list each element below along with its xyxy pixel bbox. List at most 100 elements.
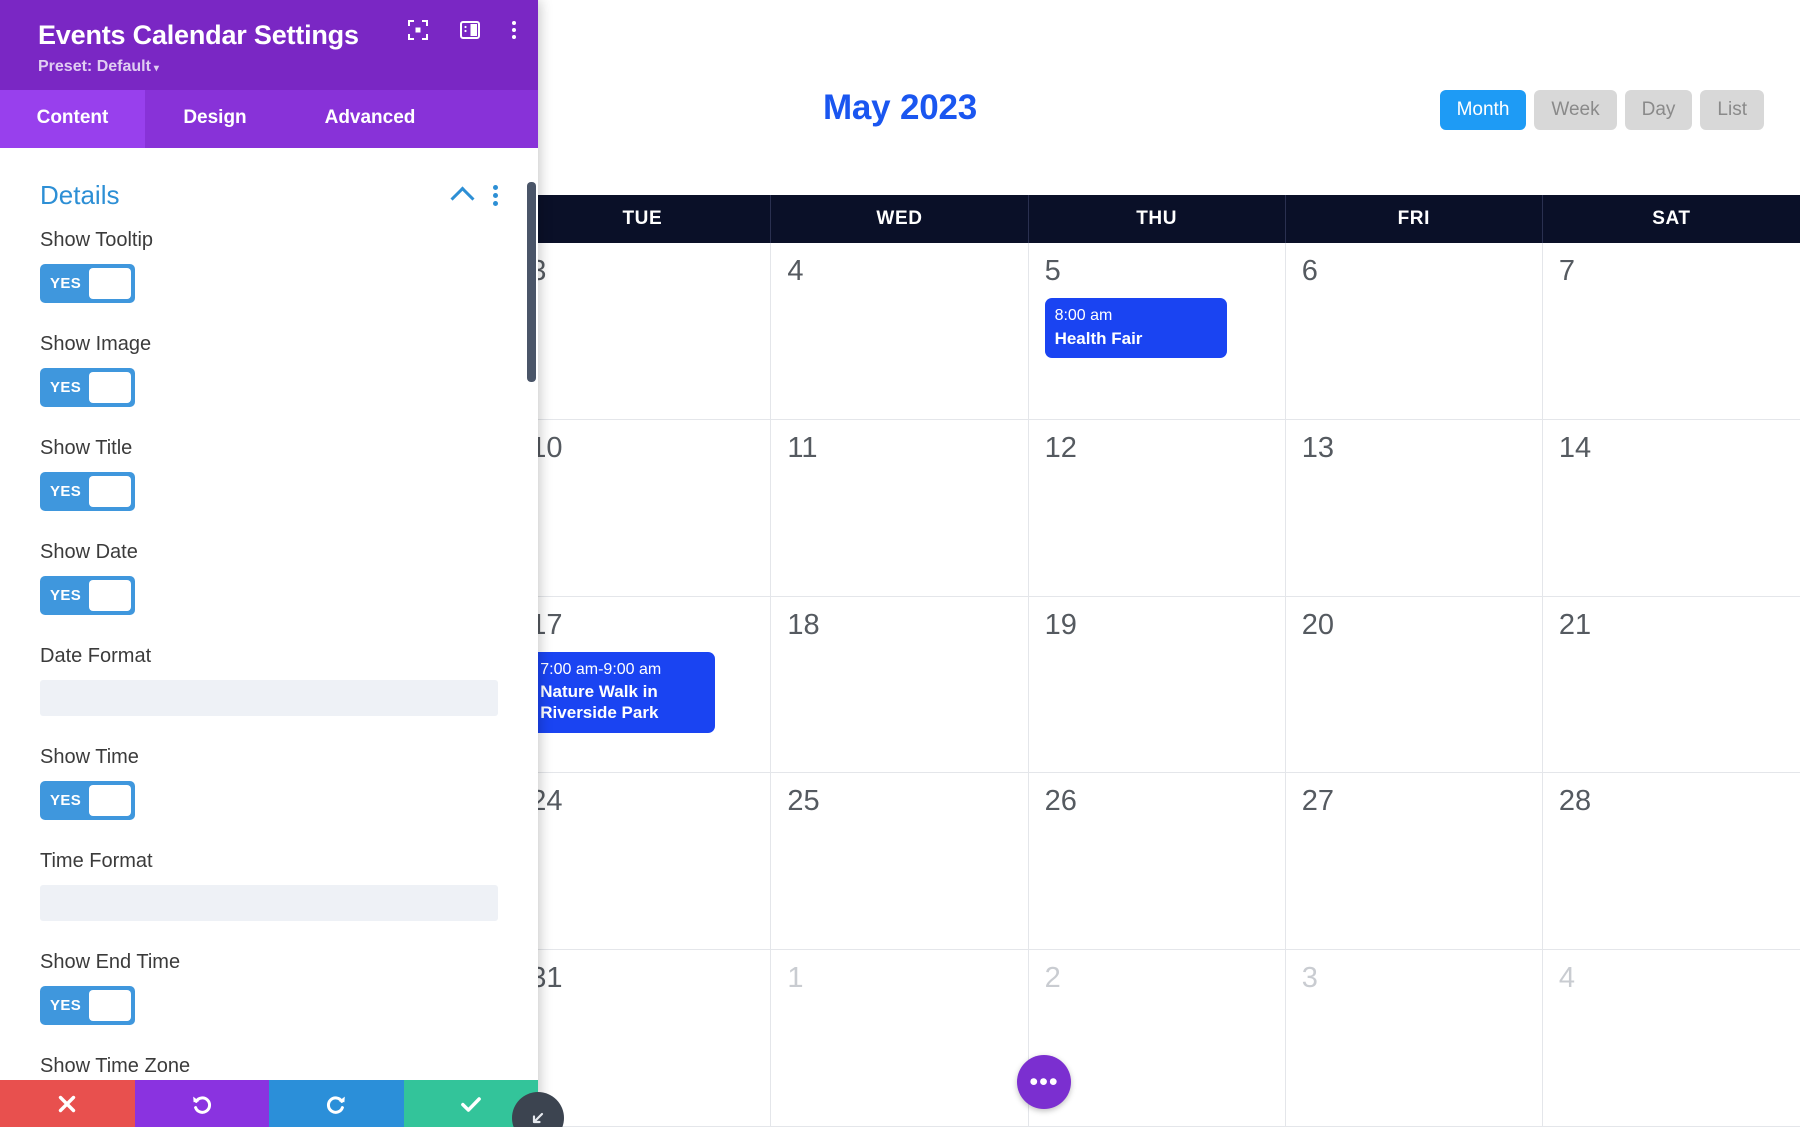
toggle-value-label: YES [50,483,82,500]
calendar-event[interactable]: 8:00 am Health Fair [1044,298,1227,358]
field-label: Show End Time [40,951,181,973]
calendar-day-cell[interactable]: 14 [1543,420,1800,596]
day-number: 5 [1044,255,1061,287]
weekday-header-wed: WED [771,195,1029,243]
toggle-value-label: YES [50,997,82,1014]
view-button-day[interactable]: Day [1624,90,1693,130]
view-button-week[interactable]: Week [1534,90,1617,130]
toggle-knob [89,268,131,299]
calendar-day-cell[interactable]: 11 [771,419,1029,596]
tab-advanced[interactable]: Advanced [285,90,455,148]
calendar-day-cell[interactable]: 26 [1029,773,1286,950]
day-number: 6 [1301,255,1318,287]
toggle-switch[interactable]: YES [40,781,135,820]
calendar-day-cell[interactable]: 6 [1286,243,1543,419]
scrollbar-thumb[interactable] [527,182,536,382]
redo-button[interactable] [269,1080,404,1127]
view-button-month[interactable]: Month [1439,90,1527,130]
calendar-day-cell[interactable]: 2 [1029,950,1286,1126]
calendar-day-cell[interactable]: 3 [1286,950,1543,1126]
tab-design[interactable]: Design [145,90,285,148]
calendar-day-cell[interactable]: 19 [1029,596,1286,773]
cancel-button[interactable] [0,1080,135,1127]
calendar-view-switcher[interactable]: Month Week Day List [1439,90,1764,130]
layout-panel-icon[interactable] [460,20,480,40]
undo-button[interactable] [134,1080,269,1127]
resize-arrow-icon [532,1112,544,1124]
calendar-event[interactable]: 7:00 am-9:00 am Nature Walk in Riverside … [530,651,716,733]
calendar-day-cell[interactable]: 10 [514,419,772,596]
toggle-knob [89,372,131,403]
day-number: 3 [1301,962,1318,995]
weekday-header-thu: THU [1029,195,1286,243]
day-number: 11 [787,431,818,464]
preset-selector[interactable]: Preset: Default ▾ [38,58,512,76]
toggle-knob [89,990,131,1021]
toggle-knob [89,785,131,816]
toggle-switch[interactable]: YES [40,576,135,615]
tab-content[interactable]: Content [0,90,145,148]
calendar-day-cell[interactable]: 17 7:00 am-9:00 am Nature Walk in Riversid… [514,596,772,773]
day-number: 17 [530,608,563,641]
calendar-day-cell[interactable]: 21 [1543,597,1800,773]
panel-header-icons [408,20,516,40]
day-number: 10 [530,431,563,464]
panel-tabs[interactable]: Content Design Advanced [0,90,538,148]
calendar-day-cell[interactable]: 25 [771,773,1029,950]
toggle-switch[interactable]: YES [40,264,135,303]
calendar-day-cell[interactable]: 7 [1543,243,1800,419]
field-label: Date Format [40,645,152,667]
day-number: 7 [1558,255,1575,287]
event-time: 7:00 am-9:00 am [540,660,662,678]
text-input[interactable] [40,680,498,716]
calendar-day-cell[interactable]: 3 [514,243,772,419]
day-number: 2 [1044,962,1061,995]
focus-icon[interactable] [408,20,428,40]
calendar-day-cell[interactable]: 20 [1286,596,1543,773]
toggle-switch[interactable]: YES [40,368,135,407]
app-root: May 2023 MonthWeekDayList SUNMONTUEWEDTH… [0,0,1800,1127]
weekday-header-tue: TUE [514,195,772,243]
settings-field: Show Image YES [40,333,498,407]
more-events-button[interactable]: ••• [1017,1055,1071,1109]
close-icon [59,1095,76,1112]
calendar-day-cell[interactable]: 1 [771,950,1029,1126]
toggle-value-label: YES [50,792,82,809]
calendar-day-cell[interactable]: 12 [1029,419,1286,596]
view-button-list[interactable]: List [1700,90,1764,130]
event-title: Nature Walk in Riverside Park [540,682,659,723]
calendar-day-cell[interactable]: 18 [771,596,1029,773]
toggle-switch[interactable]: YES [40,472,135,511]
toggle-value-label: YES [50,587,82,604]
settings-field: Show Tooltip YES [40,229,498,303]
details-section-header: Details [0,148,538,211]
field-label: Show Time [40,746,139,768]
settings-fields-list: Show Tooltip YES Show Image YES Show Title YE… [0,211,538,1080]
calendar-day-cell[interactable]: 5 8:00 am Health Fair [1029,243,1286,419]
day-number: 27 [1301,785,1334,818]
event-title: Health Fair [1054,328,1143,348]
calendar-day-cell[interactable]: 27 [1286,773,1543,950]
field-label: Show Date [40,541,138,563]
event-time: 8:00 am [1054,307,1113,324]
settings-field: Date Format [40,645,498,716]
more-vertical-icon[interactable] [493,185,498,206]
calendar-day-cell[interactable]: 4 [771,243,1029,419]
calendar-day-cell[interactable]: 4 [1543,950,1800,1126]
more-vertical-icon[interactable] [512,21,516,39]
calendar-day-cell[interactable]: 28 [1543,773,1800,949]
panel-scrollbar[interactable] [527,148,536,1080]
calendar-day-cell[interactable]: 13 [1286,419,1543,596]
calendar-day-cell[interactable]: 24 [514,773,772,950]
day-number: 19 [1044,608,1077,641]
day-number: 28 [1558,785,1592,818]
day-number: 24 [530,785,563,818]
field-label: Show Time Zone [40,1055,191,1077]
undo-icon [192,1095,211,1114]
chevron-up-icon[interactable] [450,186,475,211]
settings-field: Time Format [40,850,498,921]
toggle-switch[interactable]: YES [40,986,135,1025]
day-number: 14 [1558,431,1592,464]
settings-field: Show Title YES [40,437,498,511]
text-input[interactable] [40,885,498,921]
